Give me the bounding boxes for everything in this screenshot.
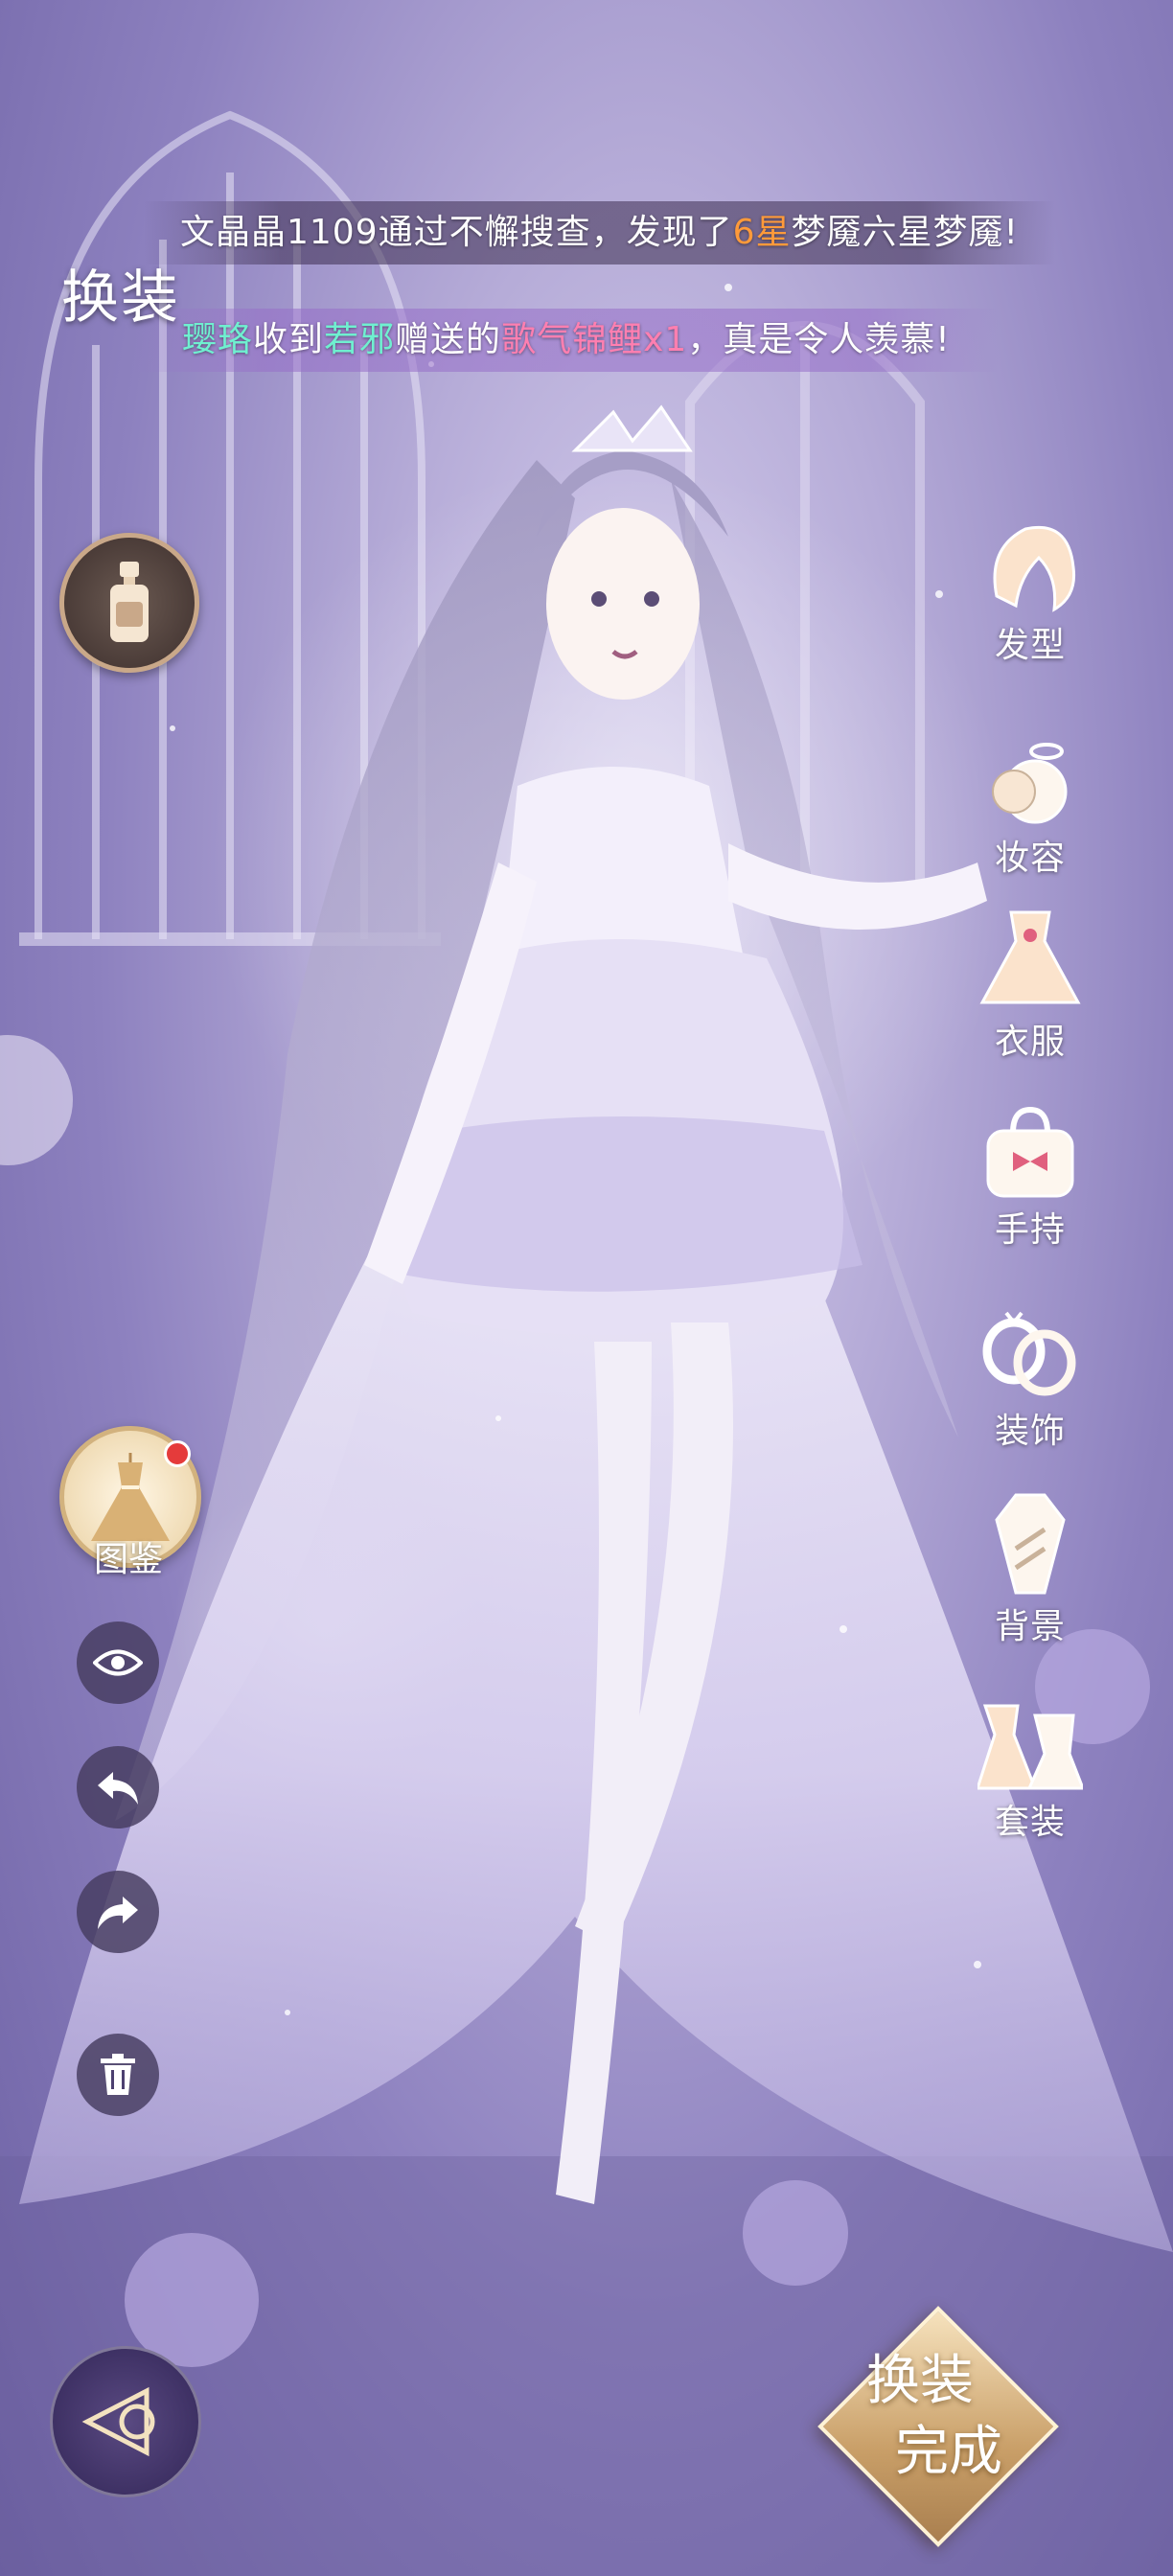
gift-sender-name: 若邪: [324, 320, 396, 359]
done-label-line1: 换装: [866, 2350, 974, 2412]
trash-icon: [101, 2054, 135, 2095]
outfit-set-icon: [978, 1704, 1083, 1790]
perfume-button[interactable]: [59, 533, 199, 673]
banner-text-prefix: 文晶晶1109通过不懈搜查，发现了: [180, 213, 733, 252]
eye-icon: [93, 1649, 143, 1676]
undo-button[interactable]: [77, 1746, 159, 1828]
gift-item-name: 歌气锦鲤x1: [501, 320, 688, 359]
redo-icon: [98, 1897, 138, 1929]
handbag-icon: [986, 1106, 1074, 1198]
notification-banner-gift: 璎珞收到若邪赠送的歌气锦鲤x1，真是令人羡慕!: [134, 309, 999, 372]
done-label-line2: 完成: [895, 2421, 1002, 2483]
new-badge: [164, 1440, 191, 1467]
makeup-icon: [992, 743, 1068, 824]
gift-text-received: 收到: [253, 320, 325, 359]
dress-up-screen: { "header": {"title": "换装"}, "banners": …: [0, 0, 1173, 2576]
clothes-icon: [979, 910, 1081, 1004]
done-button-label: 换装 完成: [819, 2346, 1049, 2488]
catalog-label: 图鉴: [93, 1540, 163, 1579]
delete-button[interactable]: [77, 2034, 159, 2116]
category-hair[interactable]: 发型: [968, 510, 1092, 667]
dress-catalog-icon: [91, 1453, 170, 1541]
category-label: 装饰: [994, 1412, 1066, 1451]
background-icon: [995, 1493, 1066, 1595]
redo-button[interactable]: [77, 1871, 159, 1953]
category-handheld[interactable]: 手持: [968, 1104, 1092, 1252]
background-scene: [0, 110, 1173, 2576]
back-button[interactable]: [50, 2346, 201, 2497]
finish-dressup-button[interactable]: 换装 完成: [817, 2306, 1059, 2547]
banner-text-suffix: 梦魇六星梦魇!: [791, 213, 1019, 252]
category-label: 背景: [994, 1607, 1066, 1646]
banner-star-highlight: 6星: [732, 213, 792, 252]
category-accessory[interactable]: 装饰: [968, 1305, 1092, 1453]
category-label: 套装: [994, 1803, 1066, 1842]
category-background[interactable]: 背景: [968, 1491, 1092, 1648]
toggle-visibility-button[interactable]: [77, 1622, 159, 1704]
gift-text-suffix: ，真是令人羡慕!: [687, 320, 951, 359]
category-makeup[interactable]: 妆容: [968, 742, 1092, 880]
hair-icon: [993, 525, 1076, 612]
rings-icon: [982, 1311, 1076, 1396]
perfume-bottle-icon: [110, 562, 149, 642]
category-clothes[interactable]: 衣服: [968, 907, 1092, 1064]
category-label: 手持: [994, 1210, 1066, 1250]
undo-icon: [98, 1772, 138, 1805]
category-label: 衣服: [994, 1023, 1066, 1062]
gift-text-gifted: 赠送的: [395, 320, 502, 359]
category-label: 发型: [994, 626, 1066, 665]
category-label: 妆容: [994, 839, 1066, 878]
notification-banner-discovery: 文晶晶1109通过不懈搜查，发现了6星梦魇六星梦魇!: [144, 201, 1055, 264]
back-arrow-icon: [81, 2386, 155, 2457]
page-title: 换装: [61, 264, 180, 332]
gift-recipient-name: 璎珞: [182, 320, 254, 359]
category-outfit-set[interactable]: 套装: [968, 1696, 1092, 1844]
